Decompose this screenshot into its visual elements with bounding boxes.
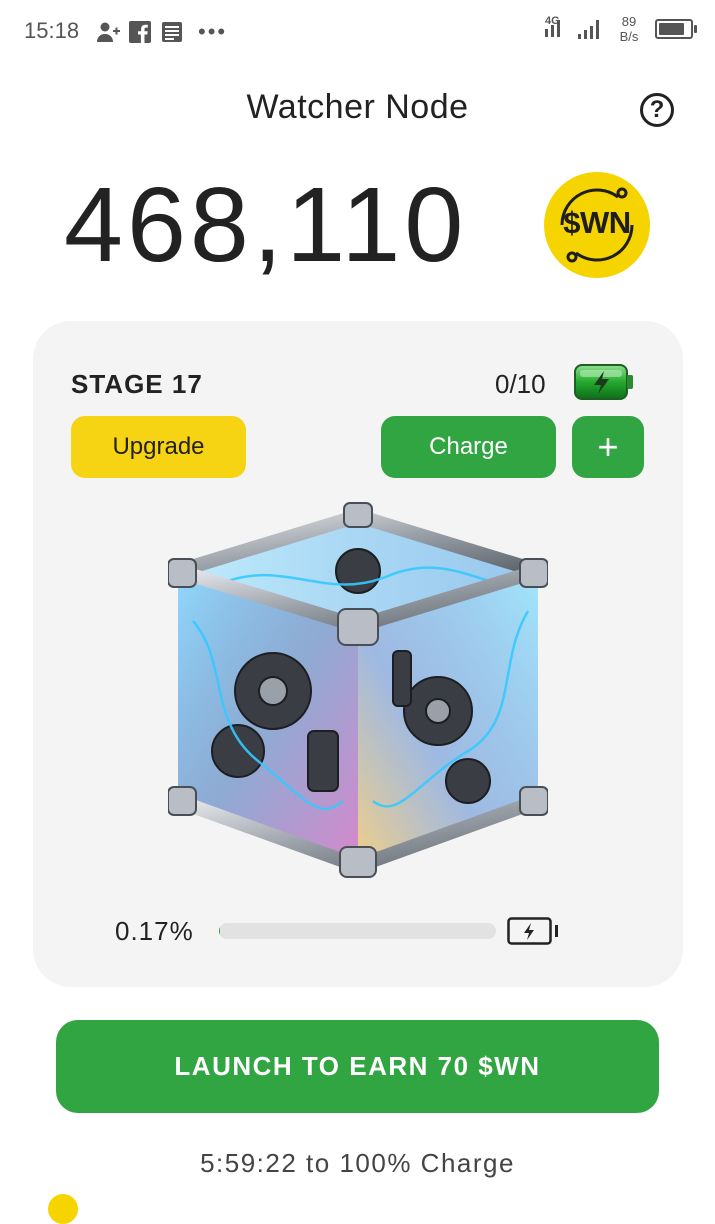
upgrade-button[interactable]: Upgrade bbox=[71, 416, 246, 478]
progress-bar bbox=[219, 923, 496, 939]
charge-count: 0/10 bbox=[495, 369, 546, 400]
wn-coin-logo: $WN bbox=[544, 172, 650, 278]
network-speed: 89 B/s bbox=[613, 14, 645, 44]
page-title: Watcher Node bbox=[0, 88, 715, 127]
network-type: 4G bbox=[545, 15, 567, 43]
more-notifications-icon: ••• bbox=[198, 20, 227, 44]
stage-label: STAGE 17 bbox=[71, 369, 203, 400]
charge-button[interactable]: Charge bbox=[381, 416, 556, 478]
speed-value: 89 bbox=[613, 14, 645, 29]
network-label: 4G bbox=[545, 15, 560, 27]
battery-icon bbox=[655, 19, 693, 39]
status-right: 4G 89 B/s bbox=[545, 14, 693, 44]
notification-icons: ••• bbox=[96, 20, 227, 44]
battery-charge-icon bbox=[573, 362, 635, 402]
coin-icon bbox=[48, 1194, 78, 1224]
node-card: STAGE 17 0/10 Upgrade Charge + bbox=[33, 321, 683, 987]
signal-strength-icon bbox=[577, 18, 603, 40]
facebook-icon bbox=[128, 20, 152, 44]
node-cube-image bbox=[168, 501, 548, 881]
launch-button[interactable]: LAUNCH TO EARN 70 $WN bbox=[56, 1020, 659, 1113]
add-contact-icon bbox=[96, 20, 120, 44]
help-button[interactable]: ? bbox=[640, 93, 674, 127]
add-charge-button[interactable]: + bbox=[572, 416, 644, 478]
balance-amount: 468,110 bbox=[64, 165, 467, 285]
speed-unit: B/s bbox=[613, 29, 645, 44]
progress-percent: 0.17% bbox=[115, 916, 194, 947]
battery-icon bbox=[507, 917, 559, 945]
news-icon bbox=[160, 20, 184, 44]
charge-timer: 5:59:22 to 100% Charge bbox=[0, 1148, 715, 1179]
status-time: 15:18 bbox=[24, 18, 79, 44]
battery-level bbox=[659, 23, 684, 35]
status-bar: 15:18 ••• 4G bbox=[0, 0, 715, 64]
coin-symbol: $WN bbox=[544, 205, 650, 241]
